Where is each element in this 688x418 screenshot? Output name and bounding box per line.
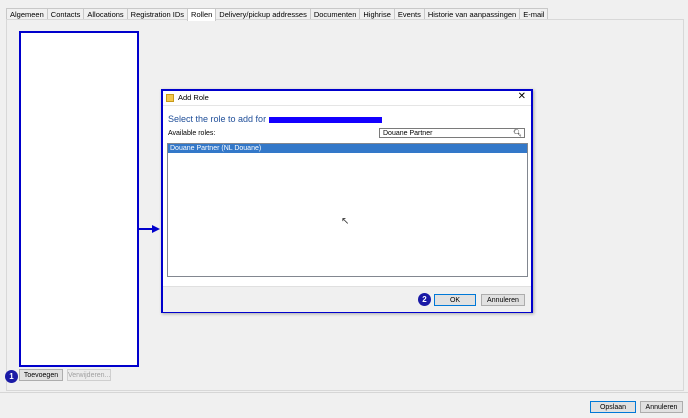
dialog-heading-text: Select the role to add for [168, 114, 267, 124]
app-icon [166, 94, 174, 102]
dialog-heading: Select the role to add for [168, 114, 383, 124]
redacted-name [269, 116, 383, 123]
tab-rollen[interactable]: Rollen [187, 8, 217, 21]
add-role-dialog: Add Role ✕ Select the role to add for Av… [161, 89, 533, 313]
assigned-roles-list[interactable] [19, 31, 139, 367]
close-icon[interactable]: ✕ [518, 91, 526, 102]
footer-divider [0, 392, 688, 393]
dialog-cancel-button[interactable]: Annuleren [481, 294, 525, 306]
save-button[interactable]: Opslaan [590, 401, 636, 413]
step-badge-1: 1 [5, 370, 18, 383]
annotation-arrow-head [152, 225, 160, 233]
remove-button[interactable]: Verwijderen... [67, 369, 111, 381]
cancel-button[interactable]: Annuleren [640, 401, 683, 413]
ok-button[interactable]: OK [434, 294, 476, 306]
add-button[interactable]: Toevoegen [19, 369, 63, 381]
dialog-title: Add Role [178, 93, 209, 102]
dialog-title-bar: Add Role ✕ [163, 91, 531, 106]
search-icon[interactable]: 🔍︎ [513, 129, 522, 139]
dialog-footer: 2 OK Annuleren [163, 286, 531, 312]
role-search-input[interactable]: Douane Partner 🔍︎ [379, 128, 525, 138]
available-roles-label: Available roles: [168, 130, 216, 137]
available-roles-list[interactable]: Douane Partner (NL Douane) [167, 143, 528, 277]
step-badge-2: 2 [418, 293, 431, 306]
list-item[interactable]: Douane Partner (NL Douane) [168, 144, 527, 153]
role-search-value: Douane Partner [383, 130, 433, 137]
mouse-cursor-icon: ↖ [341, 216, 350, 227]
annotation-arrow [137, 228, 153, 230]
